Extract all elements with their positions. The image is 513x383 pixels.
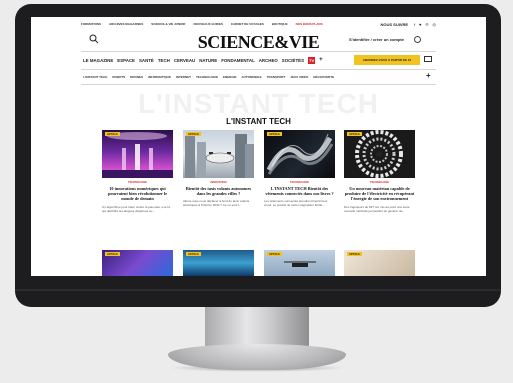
article-thumbnail[interactable]: ARTICLE <box>344 130 415 178</box>
article-title[interactable]: 10 innovations numériques qui pourraient… <box>102 186 173 202</box>
article-category[interactable]: TECHNOLOGIE <box>264 181 335 184</box>
social-links: NOUS SUIVRE f ♥ ℗ ◎ <box>380 22 436 27</box>
subnav-item[interactable]: AUTOMOBILE <box>242 75 262 79</box>
nav-item[interactable]: FONDAMENTAL <box>221 58 255 63</box>
article-card[interactable]: ARTICLE TECHNOLOGIE L'INSTANT TECH Bient… <box>264 130 335 207</box>
divider <box>81 69 436 70</box>
subnav-item[interactable]: TECHNOLOGIE <box>196 75 218 79</box>
subnav-item[interactable]: DRONES <box>130 75 143 79</box>
article-tag: ARTICLE <box>105 132 120 136</box>
main-nav: LE MAGAZINE ESPACE SANTÉ TECH CERVEAU NA… <box>83 56 323 64</box>
nav-item[interactable]: ESPACE <box>117 58 135 63</box>
topbar-link[interactable]: SCIENCE & VIE JUNIOR <box>151 22 185 26</box>
article-title[interactable]: L'INSTANT TECH Bientôt des vêtements con… <box>264 186 335 196</box>
article-tag: ARTICLE <box>186 132 201 136</box>
nav-item[interactable]: ARCHEO <box>259 58 278 63</box>
facebook-icon[interactable]: f <box>414 22 415 27</box>
nav-item[interactable]: NATURE <box>199 58 217 63</box>
instagram-icon[interactable]: ◎ <box>433 22 437 27</box>
spiral-material-image <box>355 130 403 178</box>
subscribe-button[interactable]: ABONNEZ-VOUS À PARTIR DE 1€ <box>354 55 420 65</box>
article-card[interactable]: ARTICLE TECHNOLOGIE 10 innovations numér… <box>102 130 173 213</box>
subnav-more-button[interactable]: + <box>426 71 431 80</box>
divider <box>81 84 436 85</box>
sub-nav: L'INSTANT TECH ROBOTS DRONES INFORMATIQU… <box>83 73 339 81</box>
topbar-link[interactable]: BOUTIQUE <box>272 22 288 26</box>
article-title[interactable]: Un nouveau matériau capable de produire … <box>344 186 415 202</box>
subnav-item[interactable]: TRANSPORT <box>267 75 286 79</box>
nav-more-button[interactable]: + <box>319 57 323 63</box>
subnav-item[interactable]: JEUX VIDÉO <box>290 75 308 79</box>
article-tag: ARTICLE <box>347 252 362 256</box>
nav-item[interactable]: TECH <box>158 58 170 63</box>
login-link[interactable]: S'identifier / créer un compte <box>349 37 404 42</box>
subnav-item[interactable]: ENERGIE <box>223 75 237 79</box>
article-excerpt: Des ingénieurs du MIT ont mis au point u… <box>344 204 410 213</box>
stage-image <box>102 132 173 178</box>
article-category[interactable]: TECHNOLOGIE <box>102 181 173 184</box>
subnav-item[interactable]: INFORMATIQUE <box>148 75 171 79</box>
utility-bar: FORMATIONS ARCHIVES MAGAZINES SCIENCE & … <box>81 20 436 28</box>
article-tag: ARTICLE <box>267 132 282 136</box>
article-tag: ARTICLE <box>186 252 201 256</box>
article-tag: ARTICLE <box>347 132 362 136</box>
monitor-chin <box>15 289 501 291</box>
nav-item[interactable]: CERVEAU <box>174 58 195 63</box>
article-card[interactable]: ARTICLE TECHNOLOGIE Un nouveau matériau … <box>344 130 415 213</box>
browser-screen: FORMATIONS ARCHIVES MAGAZINES SCIENCE & … <box>31 17 486 276</box>
monitor-stand-base <box>168 344 346 370</box>
article-category[interactable]: TECHNOLOGIE <box>344 181 415 184</box>
twitter-icon[interactable]: ♥ <box>419 22 421 27</box>
topbar-link-deals[interactable]: NOS BONS PLANS <box>296 22 323 26</box>
topbar-link[interactable]: NOUVEAUX GUIDES <box>193 22 222 26</box>
section-ghost-title: L'INSTANT TECH <box>137 88 379 119</box>
city-drone-image <box>185 134 254 178</box>
article-thumbnail[interactable]: ARTICLE <box>183 130 254 178</box>
section-title: L'INSTANT TECH <box>226 117 291 126</box>
article-title[interactable]: Bientôt des taxis volants autonomes dans… <box>183 186 254 196</box>
article-card[interactable]: ARTICLE <box>264 250 335 276</box>
divider <box>81 51 436 52</box>
subnav-item[interactable]: ROBOTS <box>112 75 125 79</box>
article-card[interactable]: ARTICLE <box>344 250 415 276</box>
nav-item[interactable]: SANTÉ <box>139 58 154 63</box>
nav-item[interactable]: LE MAGAZINE <box>83 58 113 63</box>
topbar-link[interactable]: ARCHIVES MAGAZINES <box>109 22 143 26</box>
mail-icon[interactable] <box>424 56 432 62</box>
topbar-link[interactable]: FORMATIONS <box>81 22 101 26</box>
subnav-item[interactable]: INTERNET <box>176 75 191 79</box>
article-excerpt: Les vêtements connectés prendront bientô… <box>264 199 328 208</box>
article-category[interactable]: INNOVATION <box>183 181 254 184</box>
fabric-image <box>266 133 334 175</box>
subnav-item[interactable]: L'INSTANT TECH <box>83 75 107 79</box>
drone-image <box>284 261 316 267</box>
article-thumbnail[interactable]: ARTICLE <box>264 130 335 178</box>
topbar-link[interactable]: CARNET DE VOYAGES <box>231 22 264 26</box>
article-card[interactable]: ARTICLE INNOVATION Bientôt des taxis vol… <box>183 130 254 207</box>
nav-item[interactable]: SOCIÉTÉS <box>282 58 304 63</box>
user-icon[interactable] <box>414 36 421 43</box>
follow-label: NOUS SUIVRE <box>380 21 409 27</box>
pinterest-icon[interactable]: ℗ <box>426 22 429 27</box>
article-thumbnail[interactable]: ARTICLE <box>102 130 173 178</box>
article-excerpt: Un algorithme pour lutter contre la pauv… <box>102 204 171 213</box>
article-tag: ARTICLE <box>105 252 120 256</box>
article-card[interactable]: ARTICLE <box>102 250 173 276</box>
subnav-item[interactable]: DÉCOUVERTE <box>313 75 334 79</box>
article-card[interactable]: ARTICLE <box>183 250 254 276</box>
tv-badge[interactable]: TV <box>308 56 316 64</box>
article-excerpt: Allons-nous nous déplacer à bord de taxi… <box>183 199 250 208</box>
